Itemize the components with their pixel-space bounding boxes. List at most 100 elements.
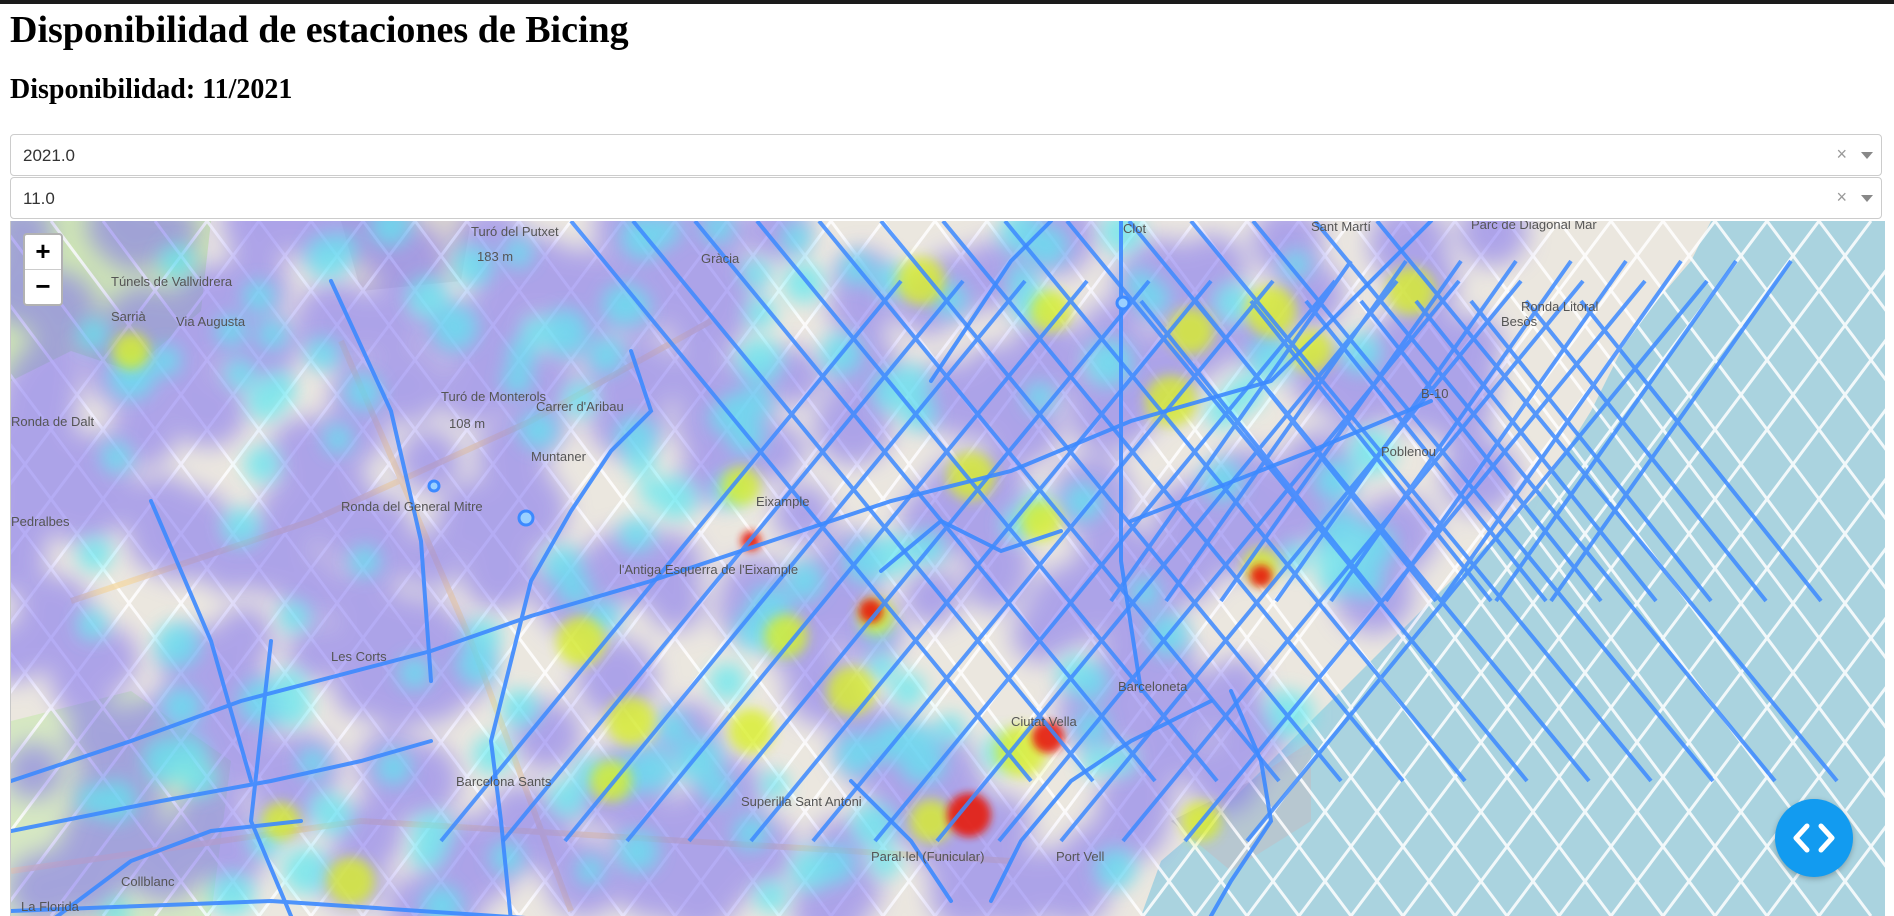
heat-point [150,345,181,376]
map-place-label: B-10 [1421,386,1448,401]
heat-point [77,318,109,350]
heat-point [733,815,769,850]
year-clear-icon[interactable]: × [1836,144,1847,165]
heat-point [242,280,276,313]
map-place-label: Barceloneta [1118,679,1188,694]
availability-subtitle: Disponibilidad: 11/2021 [10,74,293,105]
heat-point [246,381,287,422]
map-place-label: Ronda Litoral [1521,299,1598,314]
map-place-label: Barcelona Sants [456,774,552,789]
heat-point [754,879,788,914]
heat-point [323,424,353,454]
map-place-label: Besòs [1501,314,1538,329]
map-place-label: Eixample [756,494,809,509]
map-place-label: Turó del Putxet [471,224,559,239]
heat-point [764,614,808,658]
heatmap-map[interactable]: Gràcia Clot Sant Martí Parc de Diagonal Mar… [10,221,1885,916]
heat-point [305,337,340,371]
month-selected-value: 11.0 [23,189,55,208]
map-place-label: Poblenou [1381,444,1436,459]
heat-point [708,662,747,701]
heat-point [349,545,381,577]
heat-point [124,820,205,902]
map-place-label: Ronda de Dalt [11,414,94,429]
year-dropdown[interactable]: 2021.0 × [10,134,1882,176]
heat-point [1024,382,1055,413]
map-canvas[interactable]: Gràcia Clot Sant Martí Parc de Diagonal Mar… [11,221,1885,916]
code-icon [1793,823,1835,853]
map-place-label: Port Vell [1056,849,1105,864]
heat-point [647,574,704,632]
year-chevron-down-icon[interactable] [1861,152,1873,159]
heat-point [780,222,812,254]
heat-point [222,507,261,547]
heat-point [618,516,655,553]
heat-point [282,847,330,895]
month-clear-icon[interactable]: × [1836,187,1847,208]
heat-point [701,772,734,805]
heat-point [615,416,657,458]
heat-point [499,688,539,728]
map-place-label: Sant Martí [1311,221,1371,234]
map-place-label: Turó de Monterols [441,389,547,404]
map-place-label: Ronda del General Mitre [341,499,483,514]
heat-point [616,830,659,873]
heat-point [653,475,698,521]
heat-point [142,736,191,785]
heat-point [398,656,432,689]
map-place-label: 183 m [477,249,513,264]
month-dropdown[interactable]: 11.0 × [10,177,1882,219]
heat-point [721,466,761,506]
heat-point [154,622,200,668]
heat-point [548,778,587,817]
heat-point [76,609,108,641]
heat-point [269,416,341,487]
map-place-label: Superilla Sant Antoni [741,794,862,809]
heat-point [314,796,353,836]
code-toggle-button[interactable] [1775,799,1853,877]
heat-point [112,332,150,370]
heat-point [214,607,274,667]
map-place-label: Muntaner [531,449,587,464]
heat-point [327,857,375,905]
heat-point [77,536,113,572]
heat-point [225,358,256,390]
map-place-label: Carrer d'Aribau [536,399,624,414]
map-place-label: Les Corts [331,649,387,664]
map-place-label: 108 m [449,416,485,431]
heat-point [909,799,953,843]
heat-point [1026,225,1068,267]
map-place-label: l'Antiga Esquerra de l'Eixample [619,562,798,577]
heat-point [738,386,772,420]
heat-point [1250,565,1272,587]
heat-point [101,441,132,473]
page-title: Disponibilidad de estaciones de Bicing [10,9,629,51]
heat-point [432,304,478,351]
map-place-label: Clot [1123,221,1147,236]
zoom-out-button[interactable]: − [25,270,61,304]
heat-point [519,411,558,449]
heat-point [256,319,288,350]
heat-point [50,654,113,716]
map-place-label: Túnels de Vallvidrera [111,274,233,289]
heat-point [94,780,137,822]
top-border [0,0,1894,4]
heat-point [789,848,832,892]
map-place-label: Paral·lel (Funicular) [871,849,984,864]
year-selected-value: 2021.0 [23,146,75,165]
map-place-label: Sarrià [111,309,146,324]
heat-point [79,465,143,530]
heat-point [588,337,625,374]
heat-point [826,666,876,716]
heat-point [556,616,606,666]
heat-point [209,872,255,916]
map-place-label: Gràcia [701,251,740,266]
month-chevron-down-icon[interactable] [1861,195,1873,202]
map-place-label: La Florida [21,899,80,914]
zoom-control: + − [23,233,63,306]
heat-point [436,479,518,561]
heat-point [328,232,358,262]
heat-point [243,445,281,483]
heat-point [896,256,946,306]
zoom-in-button[interactable]: + [25,235,61,270]
